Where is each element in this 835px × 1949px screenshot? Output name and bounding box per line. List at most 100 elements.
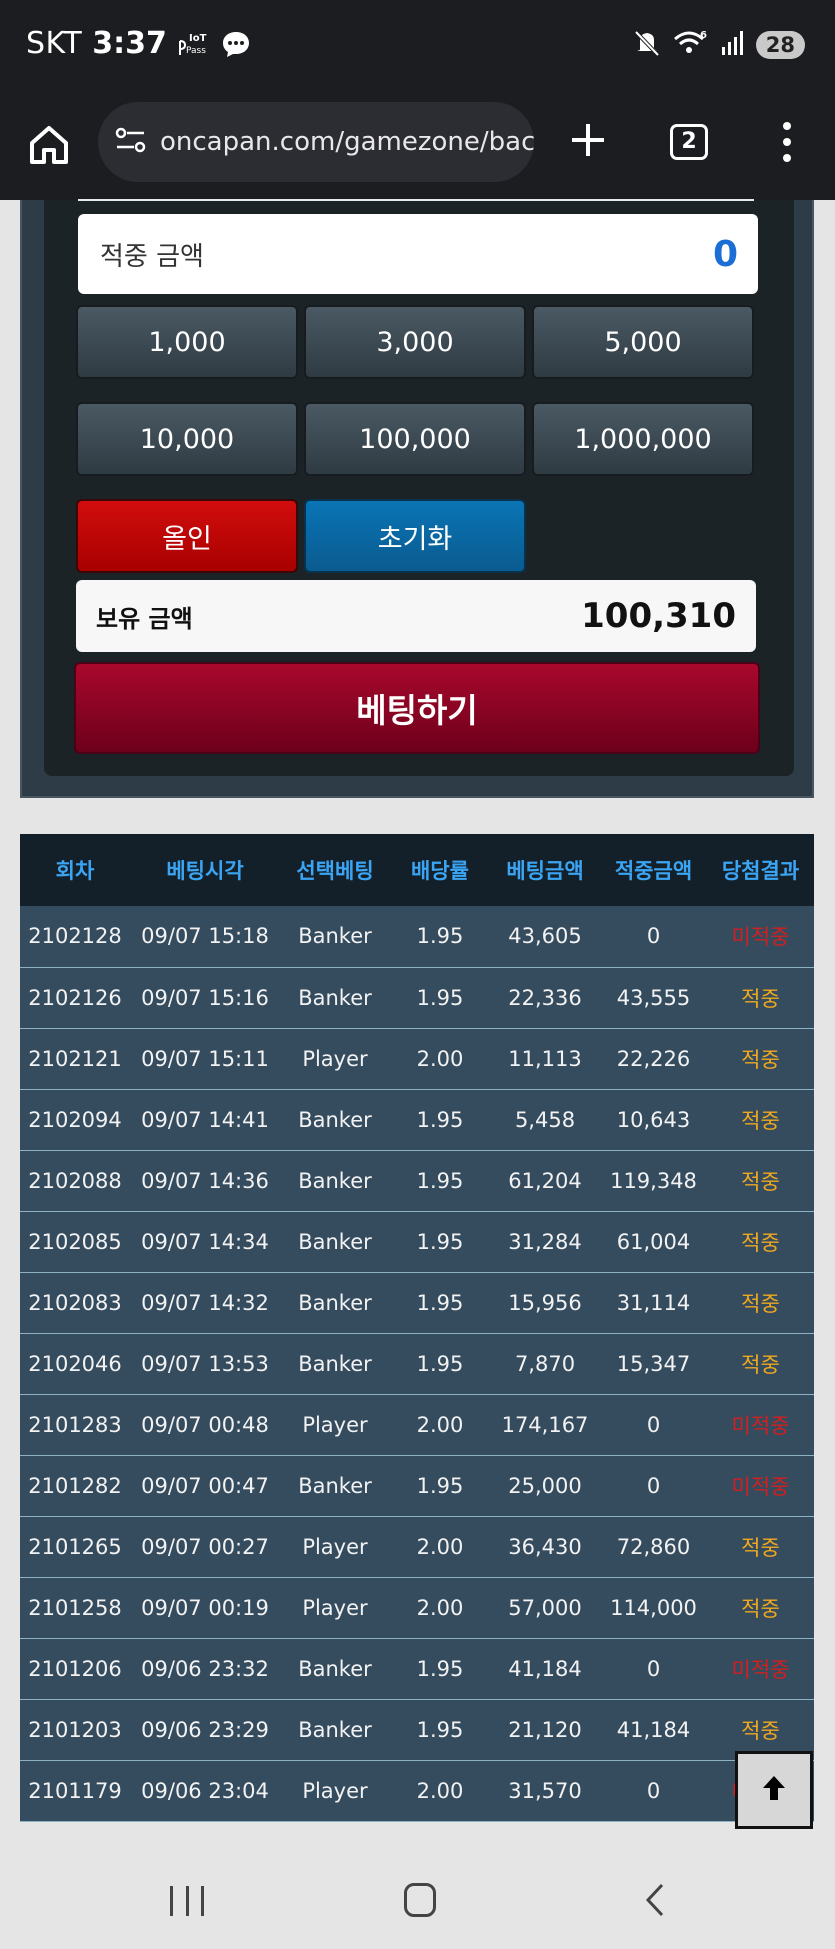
home-icon[interactable] xyxy=(26,122,72,168)
back-icon[interactable] xyxy=(640,1882,670,1918)
table-cell: 2102128 xyxy=(20,906,130,968)
more-menu-icon[interactable] xyxy=(780,122,794,162)
table-cell: 31,570 xyxy=(490,1760,600,1822)
table-cell: 2102085 xyxy=(20,1211,130,1273)
result-cell: 적중 xyxy=(707,1333,814,1395)
table-cell: 09/07 00:48 xyxy=(130,1394,280,1456)
table-cell: Player xyxy=(280,1516,390,1578)
table-cell: 09/07 14:34 xyxy=(130,1211,280,1273)
carrier-label: SKT xyxy=(26,26,83,61)
tabs-icon[interactable]: 2 xyxy=(670,124,708,160)
battery-icon: 28 xyxy=(755,31,805,59)
browser-toolbar: oncapan.com/gamezone/bacc 2 xyxy=(0,92,835,200)
table-cell: 2102083 xyxy=(20,1272,130,1334)
wifi-6-icon: 6 xyxy=(672,28,710,62)
table-row: 2102085 09/07 14:34 Banker 1.95 31,284 61,004… xyxy=(20,1211,814,1273)
table-cell: 2101258 xyxy=(20,1577,130,1639)
table-row: 2101206 09/06 23:32 Banker 1.95 41,184 0 미적중 xyxy=(20,1638,814,1700)
table-row: 2101282 09/07 00:47 Banker 1.95 25,000 0 미적중 xyxy=(20,1455,814,1517)
table-cell: 1.95 xyxy=(390,1089,490,1151)
table-cell: Banker xyxy=(280,1638,390,1700)
url-text[interactable]: oncapan.com/gamezone/bacc xyxy=(160,127,534,157)
table-cell: 09/07 15:11 xyxy=(130,1028,280,1090)
scroll-top-button[interactable] xyxy=(735,1751,813,1829)
win-amount-label: 적중 금액 xyxy=(100,241,204,272)
table-cell: 0 xyxy=(600,1455,707,1517)
table-cell: 09/07 00:27 xyxy=(130,1516,280,1578)
recent-apps-icon[interactable] xyxy=(170,1886,204,1916)
table-cell: 2102126 xyxy=(20,967,130,1029)
table-cell: 09/07 00:47 xyxy=(130,1455,280,1517)
table-cell: 1.95 xyxy=(390,1455,490,1517)
table-cell: 15,956 xyxy=(490,1272,600,1334)
table-cell: Banker xyxy=(280,906,390,968)
table-cell: 31,284 xyxy=(490,1211,600,1273)
result-cell: 적중 xyxy=(707,1516,814,1578)
table-cell: 1.95 xyxy=(390,1272,490,1334)
amount-button-5000[interactable]: 5,000 xyxy=(532,305,754,379)
status-left: SKT 3:37 IoT Pass xyxy=(26,26,251,61)
chat-bubble-icon xyxy=(221,30,251,58)
signal-icon xyxy=(720,29,746,61)
svg-text:6: 6 xyxy=(700,30,707,41)
table-cell: Player xyxy=(280,1760,390,1822)
amount-button-3000[interactable]: 3,000 xyxy=(304,305,526,379)
table-cell: 1.95 xyxy=(390,1211,490,1273)
table-row: 2101203 09/06 23:29 Banker 1.95 21,120 41,184… xyxy=(20,1699,814,1761)
plus-icon[interactable] xyxy=(568,120,608,160)
table-row: 2101265 09/07 00:27 Player 2.00 36,430 72,860… xyxy=(20,1516,814,1578)
table-cell: 09/07 14:32 xyxy=(130,1272,280,1334)
table-cell: 1.95 xyxy=(390,1699,490,1761)
table-cell: 09/07 14:36 xyxy=(130,1150,280,1212)
table-cell: 0 xyxy=(600,1394,707,1456)
table-row: 2101258 09/07 00:19 Player 2.00 57,000 114,00… xyxy=(20,1577,814,1639)
balance-field: 보유 금액 100,310 xyxy=(76,580,756,652)
table-cell: 41,184 xyxy=(600,1699,707,1761)
svg-text:Pass: Pass xyxy=(186,46,206,56)
table-cell: 43,605 xyxy=(490,906,600,968)
table-cell: 2101206 xyxy=(20,1638,130,1700)
table-row: 2102083 09/07 14:32 Banker 1.95 15,956 31,114… xyxy=(20,1272,814,1334)
table-cell: 5,458 xyxy=(490,1089,600,1151)
result-cell: 적중 xyxy=(707,967,814,1029)
table-cell: 09/06 23:04 xyxy=(130,1760,280,1822)
amount-button-10000[interactable]: 10,000 xyxy=(76,402,298,476)
home-circle-icon[interactable] xyxy=(404,1883,436,1917)
reset-button[interactable]: 초기화 xyxy=(304,499,526,573)
amount-button-1000000[interactable]: 1,000,000 xyxy=(532,402,754,476)
table-cell: 61,004 xyxy=(600,1211,707,1273)
table-cell: 41,184 xyxy=(490,1638,600,1700)
table-cell: 43,555 xyxy=(600,967,707,1029)
table-cell: 0 xyxy=(600,1638,707,1700)
table-cell: Banker xyxy=(280,1211,390,1273)
table-cell: 2101203 xyxy=(20,1699,130,1761)
column-header: 베팅금액 xyxy=(490,834,600,906)
site-settings-icon[interactable] xyxy=(114,125,148,159)
place-bet-button[interactable]: 베팅하기 xyxy=(74,662,760,754)
amount-button-1000[interactable]: 1,000 xyxy=(76,305,298,379)
table-cell: Banker xyxy=(280,967,390,1029)
status-bar: SKT 3:37 IoT Pass 6 28 xyxy=(0,0,835,92)
table-cell: 2.00 xyxy=(390,1760,490,1822)
table-cell: 09/07 15:16 xyxy=(130,967,280,1029)
all-in-button[interactable]: 올인 xyxy=(76,499,298,573)
table-cell: 25,000 xyxy=(490,1455,600,1517)
table-cell: 61,204 xyxy=(490,1150,600,1212)
table-cell: 09/07 15:18 xyxy=(130,906,280,968)
table-cell: 09/06 23:29 xyxy=(130,1699,280,1761)
table-row: 2102046 09/07 13:53 Banker 1.95 7,870 15,347 적… xyxy=(20,1333,814,1395)
table-cell: 11,113 xyxy=(490,1028,600,1090)
table-cell: 09/07 14:41 xyxy=(130,1089,280,1151)
amount-button-100000[interactable]: 100,000 xyxy=(304,402,526,476)
table-row: 2101283 09/07 00:48 Player 2.00 174,167 0 미적중 xyxy=(20,1394,814,1456)
result-cell: 미적중 xyxy=(707,1394,814,1456)
table-cell: 1.95 xyxy=(390,1333,490,1395)
table-cell: 0 xyxy=(600,1760,707,1822)
svg-text:IoT: IoT xyxy=(189,33,207,44)
table-cell: Banker xyxy=(280,1699,390,1761)
divider xyxy=(78,199,754,201)
table-cell: 2101283 xyxy=(20,1394,130,1456)
table-cell: 1.95 xyxy=(390,1638,490,1700)
table-cell: Player xyxy=(280,1394,390,1456)
address-bar[interactable]: oncapan.com/gamezone/bacc xyxy=(98,102,534,182)
